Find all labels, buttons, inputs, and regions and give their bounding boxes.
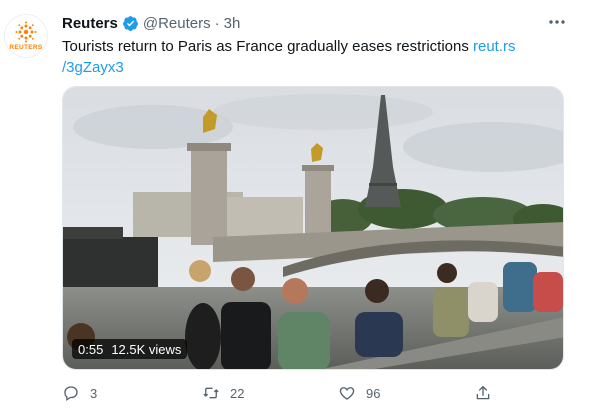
- tweet-header: Reuters @Reuters · 3h: [62, 12, 565, 34]
- avatar-wordmark: REUTERS: [9, 44, 43, 51]
- video-view-count: 12.5K views: [111, 341, 182, 357]
- reply-button[interactable]: 3: [62, 384, 202, 402]
- verified-badge-icon: [122, 15, 138, 31]
- more-options-button[interactable]: [545, 12, 569, 32]
- more-options-icon: [549, 20, 565, 24]
- author-handle[interactable]: @Reuters: [143, 15, 211, 32]
- tweet-actions: 3 22 96: [62, 380, 532, 406]
- video-player[interactable]: [62, 86, 564, 370]
- video-info-badge: 0:55 12.5K views: [72, 339, 188, 359]
- tweet-timestamp[interactable]: 3h: [224, 15, 241, 32]
- reuters-logo-icon: [15, 21, 37, 43]
- share-button[interactable]: [474, 384, 492, 402]
- retweet-button[interactable]: 22: [202, 384, 338, 402]
- like-count: 96: [366, 385, 381, 401]
- like-icon: [339, 387, 355, 400]
- reply-count: 3: [90, 385, 98, 401]
- tweet-link-part2[interactable]: /3gZayx3: [62, 59, 124, 76]
- author-avatar[interactable]: REUTERS: [4, 14, 48, 58]
- reply-icon: [64, 386, 78, 402]
- video-duration: 0:55: [78, 341, 104, 357]
- separator-dot: ·: [214, 14, 220, 32]
- retweet-icon: [203, 387, 219, 399]
- tweet-body: Tourists return to Paris as France gradu…: [62, 38, 473, 55]
- like-button[interactable]: 96: [338, 384, 474, 402]
- author-name[interactable]: Reuters: [62, 15, 118, 32]
- retweet-count: 22: [230, 385, 245, 401]
- share-icon: [476, 385, 490, 400]
- tweet-text: Tourists return to Paris as France gradu…: [62, 36, 542, 78]
- video-thumbnail: [63, 87, 563, 369]
- tweet-link-part1[interactable]: reut.rs: [473, 38, 516, 55]
